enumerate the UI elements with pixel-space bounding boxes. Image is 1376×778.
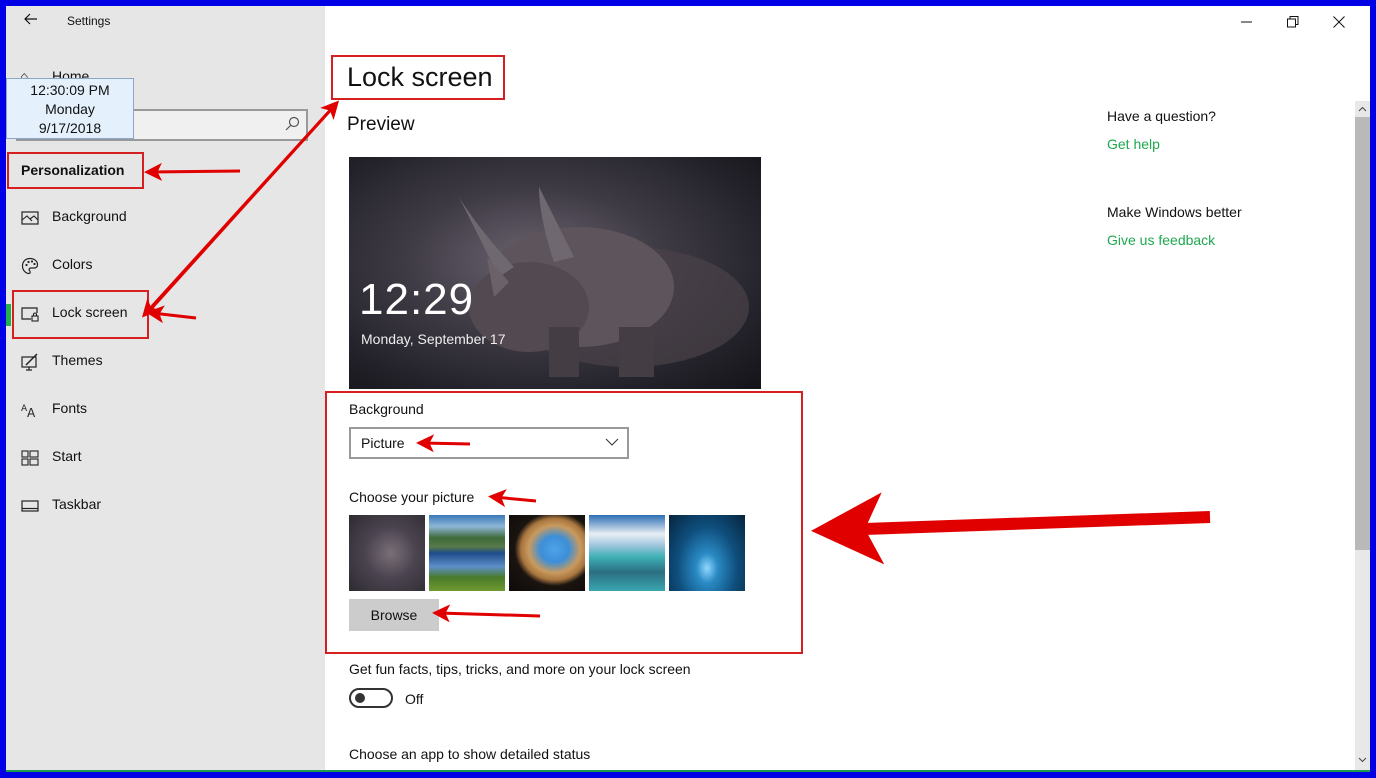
browse-button[interactable]: Browse — [349, 599, 439, 631]
sidebar: Settings ⌂Home 12:30:09 PM Monday 9/17/2… — [6, 6, 325, 770]
chevron-up-icon — [1358, 106, 1367, 112]
settings-window: Settings ⌂Home 12:30:09 PM Monday 9/17/2… — [6, 6, 1370, 772]
page-title: Lock screen — [347, 62, 493, 92]
background-dropdown-value: Picture — [361, 435, 405, 451]
toggle-knob — [355, 693, 365, 703]
svg-text:A: A — [27, 406, 36, 419]
triceratops-image — [459, 187, 749, 377]
make-windows-better-label: Make Windows better — [1107, 204, 1242, 220]
lock-screen-preview: 12:29 Monday, September 17 — [349, 157, 761, 389]
clock-tooltip: 12:30:09 PM Monday 9/17/2018 — [6, 78, 134, 139]
sidebar-item-label: Start — [52, 448, 82, 464]
sidebar-item-label: Themes — [52, 352, 103, 368]
picture-icon — [21, 211, 39, 225]
vertical-scrollbar[interactable] — [1355, 101, 1370, 770]
picture-thumbnail[interactable] — [589, 515, 665, 591]
background-label: Background — [349, 401, 424, 417]
scroll-up-button[interactable] — [1355, 101, 1370, 117]
sidebar-item-start[interactable]: Start — [6, 434, 325, 482]
main-content: Lock screen Preview 12:29 Monday, Septem… — [325, 6, 1355, 770]
tooltip-time: 12:30:09 PM — [30, 82, 110, 98]
app-title: Settings — [67, 14, 111, 28]
back-arrow-icon — [24, 13, 37, 25]
picture-thumbnail[interactable] — [509, 515, 585, 591]
picture-thumbnail[interactable] — [349, 515, 425, 591]
picture-thumbnails — [349, 515, 745, 591]
sidebar-item-label: Taskbar — [52, 496, 102, 512]
sidebar-item-taskbar[interactable]: Taskbar — [6, 482, 325, 530]
fonts-icon: AA — [21, 404, 36, 419]
sidebar-item-label: Background — [52, 208, 127, 224]
sidebar-item-background[interactable]: Background — [6, 194, 325, 242]
lock-screen-icon — [21, 307, 39, 322]
tips-toggle[interactable] — [349, 688, 393, 708]
palette-icon — [21, 257, 39, 275]
background-dropdown[interactable]: Picture — [349, 427, 629, 459]
get-help-link[interactable]: Get help — [1107, 136, 1160, 152]
give-feedback-link[interactable]: Give us feedback — [1107, 232, 1215, 248]
tips-label: Get fun facts, tips, tricks, and more on… — [349, 661, 691, 677]
sidebar-item-label: Colors — [52, 256, 93, 272]
preview-heading: Preview — [347, 114, 415, 135]
sidebar-item-lock-screen[interactable]: Lock screen — [6, 290, 325, 338]
tooltip-day: Monday — [45, 101, 95, 117]
scroll-thumb[interactable] — [1355, 117, 1370, 550]
search-icon[interactable] — [284, 116, 300, 132]
sidebar-item-themes[interactable]: Themes — [6, 338, 325, 386]
help-question: Have a question? — [1107, 108, 1216, 124]
tooltip-date: 9/17/2018 — [38, 120, 102, 136]
sidebar-item-label: Lock screen — [52, 304, 128, 320]
sidebar-item-fonts[interactable]: AA Fonts — [6, 386, 325, 434]
tips-toggle-state: Off — [405, 691, 424, 707]
preview-date: Monday, September 17 — [361, 331, 506, 347]
preview-clock: 12:29 — [359, 275, 475, 324]
picture-thumbnail[interactable] — [669, 515, 745, 591]
chevron-down-icon — [1358, 757, 1367, 763]
section-heading-personalization: Personalization — [21, 162, 125, 178]
chevron-down-icon — [605, 438, 619, 446]
start-icon — [21, 450, 39, 466]
sidebar-item-colors[interactable]: Colors — [6, 242, 325, 290]
detailed-status-label: Choose an app to show detailed status — [349, 746, 591, 762]
bottom-accent-line — [6, 770, 1370, 772]
sidebar-item-label: Fonts — [52, 400, 88, 416]
themes-icon — [21, 353, 38, 371]
back-button[interactable] — [20, 10, 42, 32]
taskbar-icon — [21, 500, 39, 512]
picture-thumbnail[interactable] — [429, 515, 505, 591]
choose-picture-label: Choose your picture — [349, 489, 475, 505]
scroll-down-button[interactable] — [1355, 752, 1370, 768]
